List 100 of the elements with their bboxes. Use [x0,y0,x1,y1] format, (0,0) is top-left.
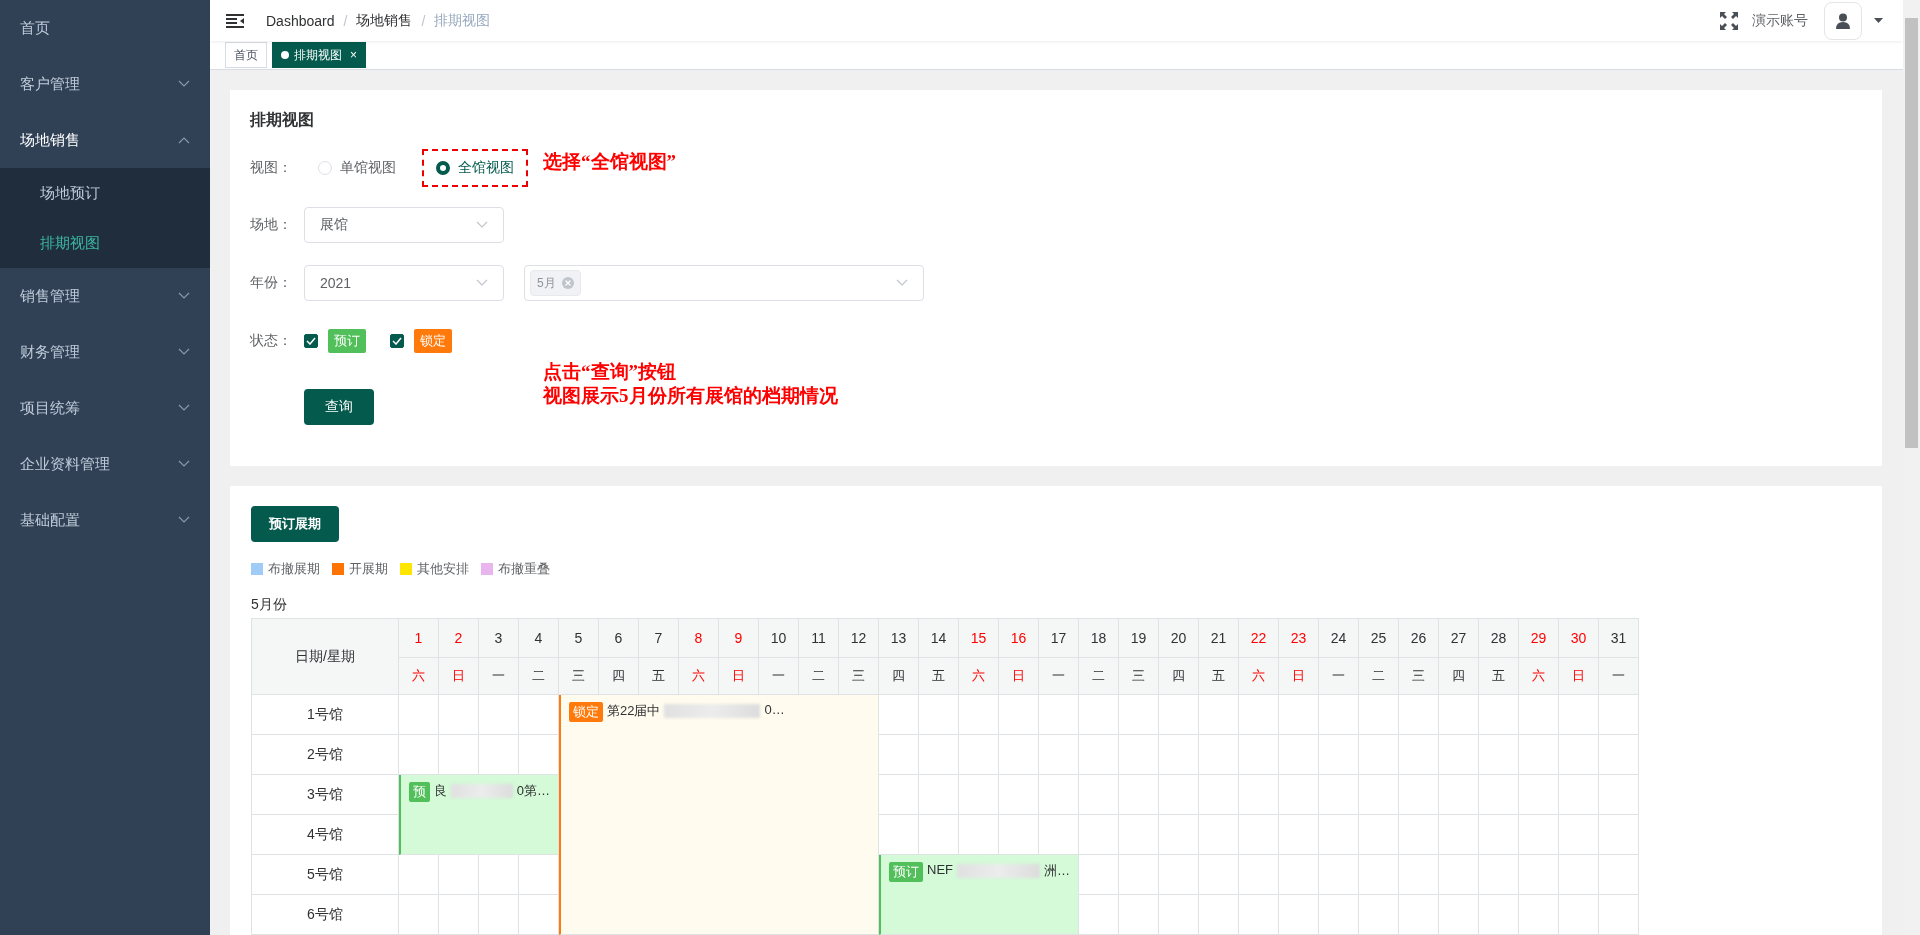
weekday-header: 四 [599,658,639,695]
year-select[interactable]: 2021 [304,265,504,301]
date-header: 9 [719,618,759,658]
sidebar-item[interactable]: 场地销售 [0,112,210,168]
page-tab[interactable]: 首页 [225,42,267,69]
chevron-down-icon [476,279,488,287]
query-button[interactable]: 查询 [304,389,374,425]
table-cell [1399,895,1439,935]
table-cell [1239,855,1279,895]
table-cell [1079,695,1119,735]
sidebar-item[interactable]: 客户管理 [0,56,210,112]
table-cell [1319,735,1359,775]
blurred-block [451,784,513,798]
sidebar-subitem[interactable]: 排期视图 [0,218,210,268]
weekday-header: 一 [479,658,519,695]
table-cell [1439,775,1479,815]
date-header: 30 [1559,618,1599,658]
breadcrumb-item[interactable]: Dashboard [266,12,335,29]
form-label: 年份： [250,274,293,292]
date-header: 31 [1599,618,1639,658]
table-cell [1599,815,1639,855]
checkbox[interactable] [390,334,404,348]
chevron-down-icon [896,279,908,287]
weekday-header: 六 [959,658,999,695]
scrollbar-thumb[interactable] [1905,18,1918,448]
weekday-header: 二 [519,658,559,695]
sidebar-subitem[interactable]: 场地预订 [0,168,210,218]
hall-label: 1号馆 [251,695,399,735]
sidebar-item[interactable]: 项目统筹 [0,380,210,436]
table-cell [1199,695,1239,735]
schedule-event[interactable]: 锁定 第22届中 0… [559,695,879,935]
date-header: 24 [1319,618,1359,658]
table-cell [1279,855,1319,895]
table-cell [1239,735,1279,775]
annotation-text: 选择“全馆视图” [543,150,676,174]
radio-option[interactable]: 单馆视图 [304,149,410,187]
avatar-button[interactable] [1824,1,1862,40]
date-header: 25 [1359,618,1399,658]
table-cell [1359,695,1399,735]
status-tag: 锁定 [414,329,452,353]
sidebar-item[interactable]: 基础配置 [0,492,210,548]
table-cell [1479,815,1519,855]
column-header: 日期/星期 [251,618,399,695]
table-cell [1519,815,1559,855]
table-cell [1319,815,1359,855]
sidebar-item[interactable]: 企业资料管理 [0,436,210,492]
table-cell [1239,815,1279,855]
table-cell [1079,735,1119,775]
table-cell [1039,735,1079,775]
weekday-header: 三 [1119,658,1159,695]
chevron-down-icon [476,221,488,229]
table-cell [1519,695,1559,735]
fullscreen-icon[interactable] [1720,11,1738,30]
table-cell [1119,775,1159,815]
event-badge: 预订 [889,862,923,882]
breadcrumb-item[interactable]: 场地销售 [356,11,413,30]
table-cell [1559,815,1599,855]
caret-icon[interactable] [1874,18,1883,24]
weekday-header: 一 [1319,658,1359,695]
table-cell [1519,855,1559,895]
legend-label: 开展期 [349,560,388,578]
table-cell [479,895,519,935]
tab-close-button[interactable]: × [350,48,357,63]
user-name[interactable]: 演示账号 [1752,11,1808,30]
table-cell [1279,735,1319,775]
book-period-button[interactable]: 预订展期 [251,506,339,542]
weekday-header: 四 [879,658,919,695]
sidebar-item[interactable]: 财务管理 [0,324,210,380]
table-cell [1399,855,1439,895]
date-header: 2 [439,618,479,658]
date-header: 16 [999,618,1039,658]
sidebar-item[interactable]: 首页 [0,0,210,56]
sidebar-item[interactable]: 销售管理 [0,268,210,324]
schedule-event[interactable]: 预订 NEF 洲… [879,855,1079,935]
weekday-header: 五 [1199,658,1239,695]
table-cell [1599,775,1639,815]
event-badge: 预 [409,782,430,802]
table-cell [1559,695,1599,735]
date-header: 20 [1159,618,1199,658]
table-cell [1399,775,1439,815]
date-header: 26 [1399,618,1439,658]
venue-select[interactable]: 展馆 [304,207,504,243]
weekday-header: 一 [759,658,799,695]
menu-icon[interactable] [226,13,244,28]
event-title: 洲… [1044,862,1070,880]
table-cell [1199,735,1239,775]
hall-label: 6号馆 [251,895,399,935]
table-cell [1279,695,1319,735]
checkbox[interactable] [304,334,318,348]
weekday-header: 六 [1239,658,1279,695]
weekday-header: 五 [919,658,959,695]
page-tab[interactable]: 排期视图 × [272,42,366,69]
table-cell [959,735,999,775]
schedule-event[interactable]: 预 良 0第… [399,775,559,855]
radio-option[interactable]: 全馆视图 [422,149,528,187]
table-cell [1519,895,1559,935]
date-header: 7 [639,618,679,658]
table-cell [1119,855,1159,895]
weekday-header: 六 [679,658,719,695]
weekday-header: 一 [1039,658,1079,695]
